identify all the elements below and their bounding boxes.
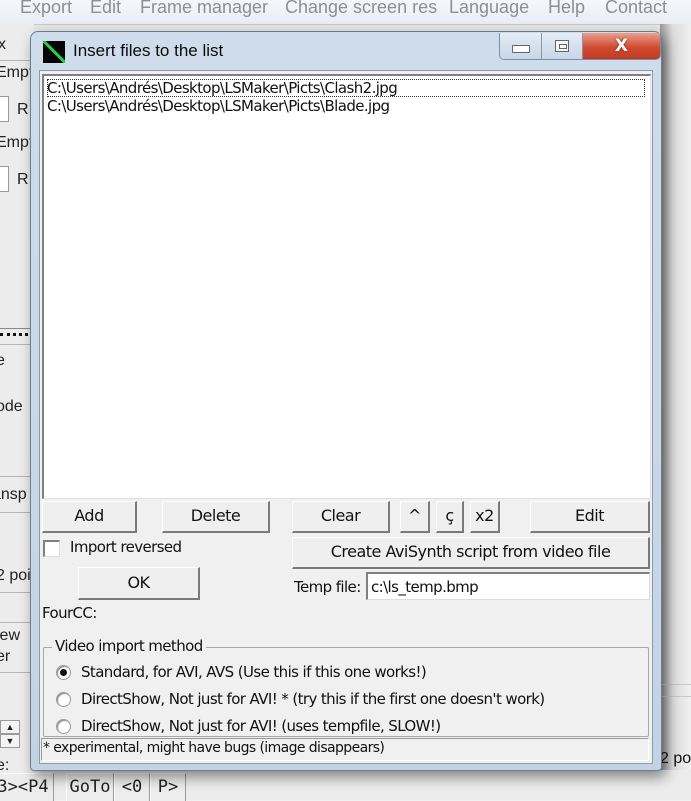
menu-help[interactable]: Help <box>548 0 585 18</box>
x2-button[interactable]: x2 <box>470 501 500 533</box>
bg-text: ansp <box>0 486 27 503</box>
file-listbox[interactable]: C:\Users\Andrés\Desktop\LSMaker\Picts\Cl… <box>42 74 651 499</box>
import-reversed-checkbox[interactable] <box>43 540 60 557</box>
radio-button[interactable] <box>56 691 71 707</box>
status-panel: * experimental, might have bugs (image d… <box>41 738 649 761</box>
dialog-titlebar[interactable]: Insert files to the list X <box>31 32 661 68</box>
add-button[interactable]: Add <box>42 501 137 533</box>
minimize-icon <box>511 45 530 53</box>
bg-text: Empt <box>0 64 34 81</box>
next-button[interactable]: P> <box>150 773 186 801</box>
maximize-icon <box>555 40 570 52</box>
create-avisynth-button[interactable]: Create AviSynth script from video file <box>292 537 650 569</box>
bg-text: iew <box>0 627 21 644</box>
insert-files-dialog: Insert files to the list X C:\Users\Andr… <box>30 31 662 771</box>
bg-field[interactable] <box>0 96 9 122</box>
radio-button[interactable] <box>56 718 71 734</box>
menu-export[interactable]: Export <box>20 0 72 18</box>
bg-text: R <box>17 171 29 188</box>
fourcc-label: FourCC: <box>42 604 97 622</box>
goto-button[interactable]: GoTo <box>66 773 114 801</box>
spin-down-button[interactable]: ▼ <box>0 734 20 748</box>
bg-button-p4[interactable]: 3><P4 <box>0 773 54 801</box>
bg-text: er <box>0 648 11 665</box>
menu-frame-manager[interactable]: Frame manager <box>140 0 268 18</box>
radio-label[interactable]: Standard, for AVI, AVS (Use this if this… <box>81 663 427 681</box>
menu-language[interactable]: Language <box>449 0 529 18</box>
bg-text: e <box>0 352 5 369</box>
bg-text: Empt <box>0 134 34 151</box>
video-import-method-group: Video import method Standard, for AVI, A… <box>43 637 649 737</box>
prev-button[interactable]: <0 <box>114 773 150 801</box>
maximize-button[interactable] <box>542 33 583 59</box>
bg-dotted-separator <box>0 333 34 336</box>
move-up-button[interactable]: ^ <box>400 501 430 533</box>
video-import-method-legend: Video import method <box>52 637 206 655</box>
cedilla-button[interactable]: ç <box>436 501 464 533</box>
bg-field[interactable] <box>0 166 9 192</box>
bg-text: ode <box>0 398 23 415</box>
menu-edit[interactable]: Edit <box>90 0 121 18</box>
list-item[interactable]: C:\Users\Andrés\Desktop\LSMaker\Picts\Bl… <box>47 97 645 115</box>
menu-change-screen-res[interactable]: Change screen res <box>285 0 437 18</box>
temp-file-input[interactable] <box>366 572 650 600</box>
bg-text: 2 poi <box>0 567 31 584</box>
app-icon <box>43 41 65 63</box>
background-left-panel: x Empt R Empt R e ode ansp 2 poi iew er … <box>0 24 34 800</box>
list-item[interactable]: C:\Users\Andrés\Desktop\LSMaker\Picts\Cl… <box>47 79 645 97</box>
close-button[interactable]: X <box>582 33 660 59</box>
bg-text: R <box>17 101 29 118</box>
background-right-panel: 2 poi <box>660 24 691 800</box>
temp-file-label: Temp file: <box>294 578 361 596</box>
spin-up-button[interactable]: ▲ <box>0 720 20 734</box>
dialog-title: Insert files to the list <box>73 41 224 60</box>
import-reversed-label[interactable]: Import reversed <box>70 538 182 556</box>
radio-option-directshow[interactable]: DirectShow, Not just for AVI! * (try thi… <box>56 688 545 710</box>
radio-button[interactable] <box>56 664 71 680</box>
radio-label[interactable]: DirectShow, Not just for AVI! * (try thi… <box>81 690 545 708</box>
minimize-button[interactable] <box>500 33 543 59</box>
experimental-footnote: * experimental, might have bugs (image d… <box>43 740 385 756</box>
edit-button[interactable]: Edit <box>530 501 650 533</box>
radio-label[interactable]: DirectShow, Not just for AVI! (uses temp… <box>81 717 441 735</box>
caption-buttons: X <box>499 33 661 60</box>
dialog-client-area: C:\Users\Andrés\Desktop\LSMaker\Picts\Cl… <box>39 70 653 764</box>
delete-button[interactable]: Delete <box>162 501 270 533</box>
clear-button[interactable]: Clear <box>292 501 390 533</box>
bg-text: x <box>0 36 6 53</box>
radio-option-directshow-tempfile[interactable]: DirectShow, Not just for AVI! (uses temp… <box>56 715 441 737</box>
app-menubar: Export Edit Frame manager Change screen … <box>0 0 691 24</box>
ok-button[interactable]: OK <box>78 567 200 600</box>
menu-contact[interactable]: Contact <box>605 0 667 18</box>
bg-text: 2 poi <box>660 750 691 767</box>
close-icon: X <box>614 36 629 56</box>
radio-option-standard[interactable]: Standard, for AVI, AVS (Use this if this… <box>56 661 427 683</box>
